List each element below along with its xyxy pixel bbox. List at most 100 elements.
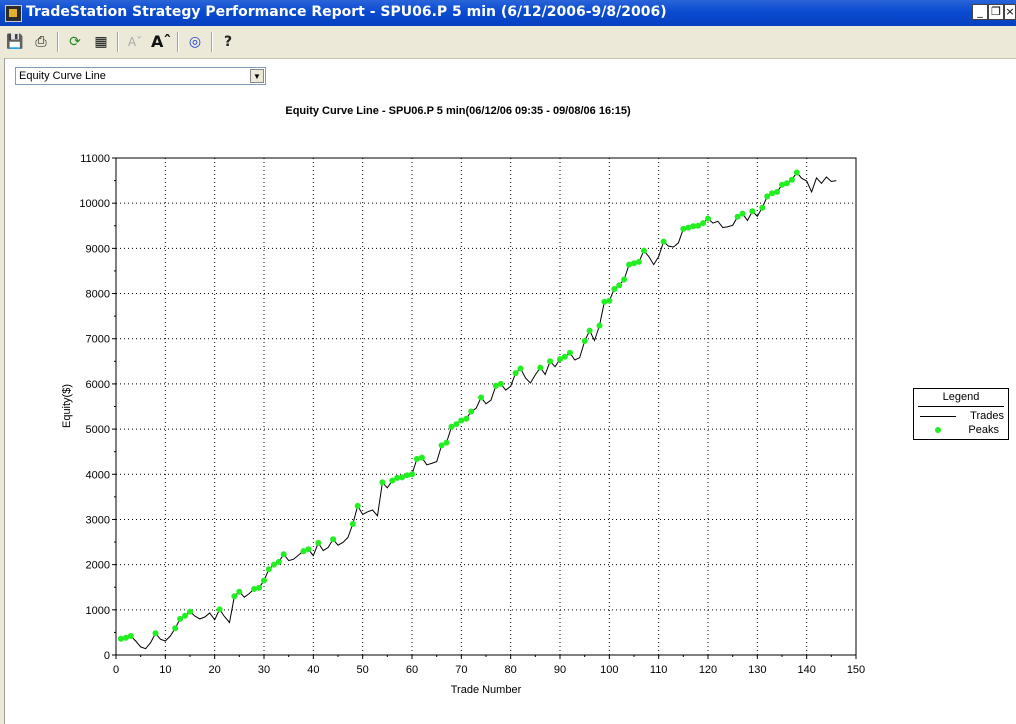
peak-point (512, 370, 519, 377)
peak-point (349, 521, 356, 527)
peak-point (640, 247, 647, 254)
y-tick-label: 11000 (80, 153, 110, 165)
peak-point (611, 286, 618, 292)
y-tick-label: 10000 (79, 198, 110, 210)
peak-point (251, 586, 258, 592)
y-tick-label: 8000 (86, 289, 110, 301)
peak-point (561, 353, 568, 360)
peak-point (478, 394, 485, 401)
peak-point (700, 220, 707, 227)
x-tick-label: 70 (455, 664, 467, 676)
peak-point (635, 258, 642, 265)
x-tick-label: 20 (209, 664, 221, 676)
peak-point (739, 210, 746, 217)
x-tick-label: 30 (258, 664, 270, 676)
trades-line (120, 171, 837, 650)
peak-point (769, 190, 776, 197)
peak-point (468, 408, 475, 415)
peak-point (231, 593, 238, 600)
peak-point (774, 188, 781, 195)
equity-chart: Equity Curve Line - SPU06.P 5 min(06/12/… (61, 105, 865, 696)
peak-point (566, 349, 573, 356)
peak-point (413, 455, 420, 462)
y-tick-label: 1000 (86, 605, 110, 617)
chart-grid (116, 158, 856, 655)
peak-point (793, 169, 800, 176)
peak-point (182, 612, 189, 619)
y-tick-label: 3000 (86, 514, 110, 526)
peak-point (261, 577, 267, 584)
peak-point (177, 615, 184, 622)
y-tick-label: 0 (104, 650, 110, 662)
peak-point (354, 502, 361, 509)
peak-point (616, 282, 623, 289)
peak-point (127, 633, 134, 639)
chart-title: Equity Curve Line - SPU06.P 5 min(06/12/… (285, 105, 631, 117)
peak-point (409, 471, 415, 478)
peak-point (236, 588, 243, 595)
x-tick-label: 130 (748, 664, 766, 676)
peak-point (497, 380, 504, 387)
peak-point (152, 630, 159, 637)
peak-point (265, 566, 272, 573)
peak-point (280, 551, 287, 558)
legend-trades-swatch (920, 416, 956, 417)
y-axis-label: Equity($) (61, 384, 73, 428)
x-tick-label: 140 (797, 664, 815, 676)
peak-point (117, 635, 124, 642)
y-tick-label: 2000 (86, 560, 110, 572)
peak-point (764, 193, 771, 200)
y-tick-label: 7000 (86, 334, 110, 346)
x-tick-label: 90 (554, 664, 566, 676)
peak-point (537, 364, 544, 371)
peak-point (581, 338, 588, 344)
peak-point (517, 365, 524, 372)
peak-point (330, 536, 337, 543)
peak-point (216, 606, 223, 613)
x-tick-label: 50 (357, 664, 369, 676)
peak-point (275, 558, 282, 565)
x-axis-label: Trade Number (451, 684, 522, 696)
peak-point (660, 238, 667, 245)
peak-point (379, 479, 386, 486)
peak-point (759, 204, 766, 211)
chart-series (117, 169, 837, 650)
x-axis: 0 10 20 30 40 50 60 70 80 90 100 110 120 130 140 150 (113, 655, 865, 676)
y-tick-label: 9000 (86, 243, 110, 255)
peak-point (783, 180, 790, 187)
legend-title: Legend (942, 391, 980, 403)
legend-divider (918, 406, 1004, 407)
peak-point (586, 327, 593, 334)
x-tick-label: 100 (600, 664, 618, 676)
plot-area (115, 157, 857, 656)
peak-point (749, 208, 756, 215)
chart-legend: Legend Trades Peaks (913, 388, 1009, 440)
peak-point (305, 546, 312, 553)
peak-point (187, 608, 193, 615)
x-tick-label: 10 (159, 664, 171, 676)
x-tick-label: 80 (505, 664, 517, 676)
peak-point (172, 625, 179, 632)
peak-point (315, 539, 322, 546)
peak-point (680, 225, 687, 232)
y-axis: 0 1000 2000 3000 4000 5000 6000 7000 8000 9000 100… (79, 153, 116, 662)
peak-point (621, 276, 628, 283)
x-tick-label: 60 (406, 664, 418, 676)
x-tick-label: 150 (847, 664, 865, 676)
y-tick-label: 5000 (86, 424, 110, 436)
x-tick-label: 0 (113, 664, 119, 676)
peak-point (453, 421, 460, 428)
x-tick-label: 40 (307, 664, 319, 676)
legend-trades-label: Trades (970, 410, 1004, 422)
peak-point (788, 176, 795, 183)
y-tick-label: 4000 (86, 469, 110, 481)
y-tick-label: 6000 (86, 379, 110, 391)
peak-point (547, 358, 554, 365)
peak-point (705, 215, 711, 222)
peak-point (463, 415, 470, 422)
peak-point (256, 584, 263, 591)
peak-point (596, 322, 603, 329)
peak-point (418, 454, 425, 461)
peak-point (443, 439, 450, 446)
peak-point (606, 297, 613, 304)
